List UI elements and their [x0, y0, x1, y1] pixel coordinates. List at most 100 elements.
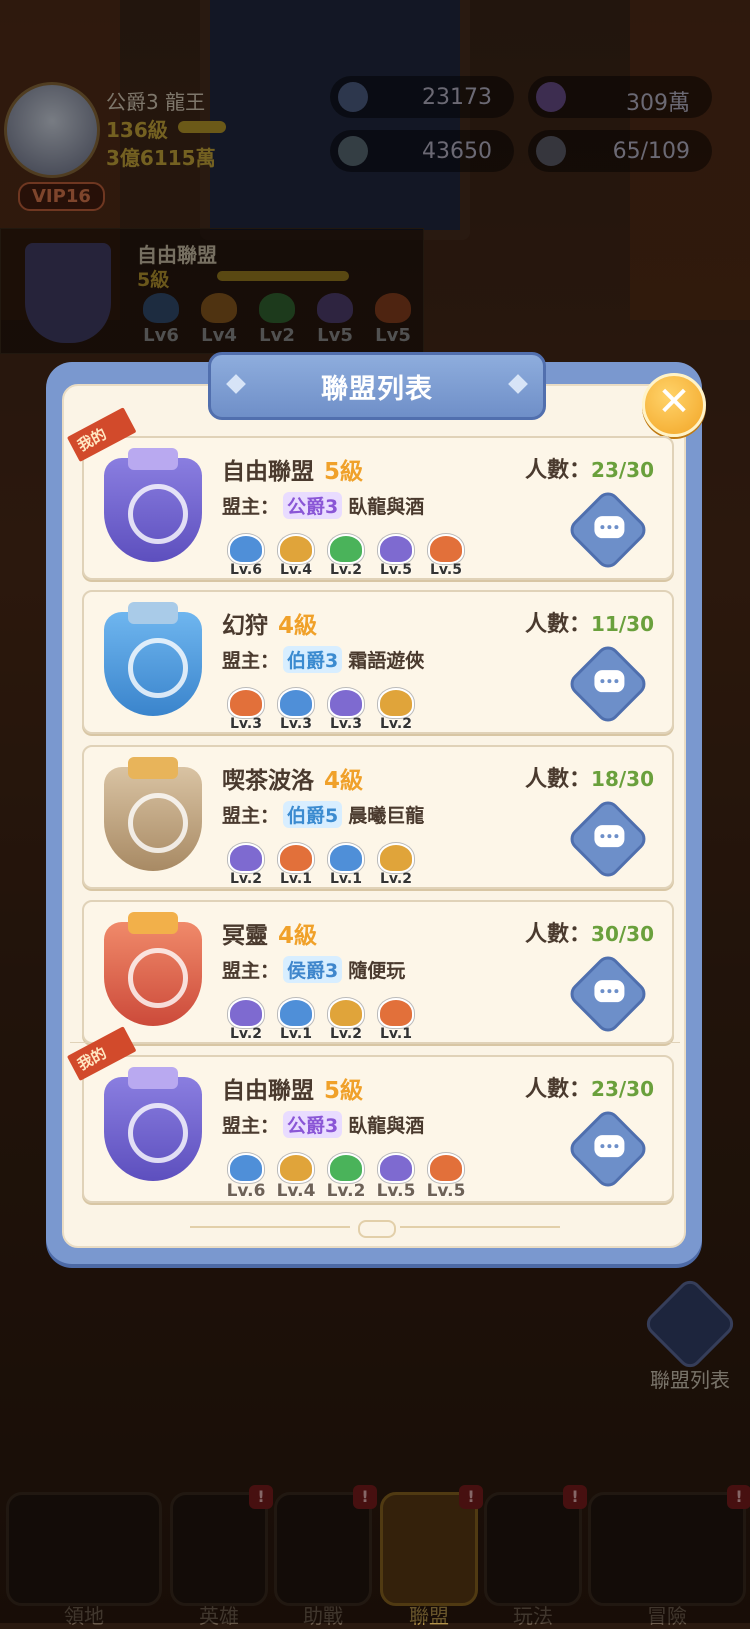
guild-card[interactable]: 我的 自由聯盟 5級 盟主： 公爵3 臥龍與酒 人數：23/30 Lv.6 Lv.4 … — [66, 407, 674, 580]
skill-badge-level: Lv.1 — [280, 1026, 312, 1042]
guild-leader-line: 盟主： 公爵3 臥龍與酒 — [222, 492, 424, 519]
list-divider — [70, 1042, 680, 1043]
leader-rank: 公爵3 — [283, 492, 343, 519]
skill-badge-level: Lv.6 — [226, 1181, 266, 1201]
skill-badge-icon — [278, 843, 314, 873]
skill-badge-icon — [228, 688, 264, 718]
skill-badge-level: Lv.2 — [230, 871, 262, 887]
skill-badge: Lv.2 — [322, 998, 370, 1042]
guild-card[interactable]: 喫茶波洛 4級 盟主： 伯爵5 晨曦巨龍 人數：18/30 Lv.2 Lv.1 Lv.… — [82, 745, 674, 889]
chat-button[interactable] — [565, 951, 651, 1037]
dialog-title: 聯盟列表 — [321, 374, 433, 405]
members-line: 人數：30/30 — [525, 916, 654, 948]
close-button[interactable]: ✕ — [642, 373, 706, 437]
skill-badge-level: Lv.5 — [376, 1181, 416, 1201]
own-guild-card[interactable]: 我的 自由聯盟 5級 盟主： 公爵3 臥龍與酒 人數：23/30 Lv.6 Lv.4 … — [66, 1026, 674, 1203]
skill-badge-level: Lv.6 — [230, 562, 262, 578]
leader-name: 臥龍與酒 — [348, 496, 425, 518]
skill-badge-icon — [428, 1153, 464, 1183]
leader-rank: 公爵3 — [283, 1111, 343, 1138]
members-count: 11/30 — [591, 612, 654, 636]
skill-badge-icon — [278, 998, 314, 1028]
skill-badge: Lv.1 — [272, 843, 320, 887]
members-line: 人數：23/30 — [525, 452, 654, 484]
skill-badge: Lv.2 — [222, 998, 270, 1042]
leader-label: 盟主： — [222, 805, 280, 827]
skill-badge-level: Lv.5 — [430, 562, 462, 578]
skill-badge: Lv.5 — [422, 534, 470, 578]
guild-level: 5級 — [324, 1078, 364, 1104]
chat-button[interactable] — [565, 796, 651, 882]
skill-badge: Lv.6 — [222, 534, 270, 578]
skill-badge: Lv.2 — [322, 1153, 370, 1201]
skill-badge-level: Lv.3 — [280, 716, 312, 732]
guild-name: 幻狩 — [222, 613, 268, 639]
skill-badge: Lv.1 — [372, 998, 420, 1042]
members-line: 人數：18/30 — [525, 761, 654, 793]
leader-name: 臥龍與酒 — [348, 1115, 425, 1137]
chat-button[interactable] — [565, 641, 651, 727]
guild-name-line: 自由聯盟 5級 — [222, 452, 363, 486]
chat-button[interactable] — [565, 1106, 651, 1192]
skill-badge: Lv.1 — [322, 843, 370, 887]
leader-rank: 伯爵5 — [283, 801, 343, 828]
leader-name: 霜語遊俠 — [348, 650, 425, 672]
skill-badge-icon — [378, 688, 414, 718]
skill-badge: Lv.2 — [372, 688, 420, 732]
leader-label: 盟主： — [222, 1115, 280, 1137]
guild-level: 4級 — [324, 768, 364, 794]
skill-badge: Lv.1 — [272, 998, 320, 1042]
chat-bubble-icon — [594, 1135, 625, 1158]
skill-badge-icon — [278, 688, 314, 718]
guild-card[interactable]: 冥靈 4級 盟主： 侯爵3 隨便玩 人數：30/30 Lv.2 Lv.1 Lv.2 L… — [82, 900, 674, 1044]
skill-badge-icon — [328, 1153, 364, 1183]
skill-badge-level: Lv.1 — [280, 871, 312, 887]
guild-leader-line: 盟主： 伯爵5 晨曦巨龍 — [222, 801, 424, 828]
guild-skill-badges: Lv.6 Lv.4 Lv.2 Lv.5 Lv.5 — [222, 1153, 472, 1201]
chat-button[interactable] — [565, 487, 651, 573]
close-icon: ✕ — [657, 379, 691, 425]
members-line: 人數：23/30 — [525, 1071, 654, 1103]
members-label: 人數： — [525, 458, 592, 483]
guild-name: 自由聯盟 — [222, 1078, 314, 1104]
chat-bubble-icon — [594, 670, 625, 693]
members-label: 人數： — [525, 767, 592, 792]
guild-name-line: 冥靈 4級 — [222, 916, 317, 950]
leader-label: 盟主： — [222, 650, 280, 672]
members-label: 人數： — [525, 1077, 592, 1102]
skill-badge-icon — [228, 534, 264, 564]
skill-badge-level: Lv.5 — [380, 562, 412, 578]
leader-label: 盟主： — [222, 960, 280, 982]
skill-badge-icon — [228, 1153, 264, 1183]
members-count: 18/30 — [591, 767, 654, 791]
skill-badge: Lv.4 — [272, 1153, 320, 1201]
skill-badge-icon — [378, 1153, 414, 1183]
members-label: 人數： — [525, 922, 592, 947]
skill-badge-icon — [428, 534, 464, 564]
guild-level: 5級 — [324, 459, 364, 485]
skill-badge: Lv.5 — [372, 534, 420, 578]
chat-bubble-icon — [594, 825, 625, 848]
dialog-title-plate: 聯盟列表 — [208, 352, 546, 420]
guild-card[interactable]: 幻狩 4級 盟主： 伯爵3 霜語遊俠 人數：11/30 Lv.3 Lv.3 Lv.3 … — [82, 590, 674, 734]
skill-badge-level: Lv.5 — [426, 1181, 466, 1201]
guild-skill-badges: Lv.3 Lv.3 Lv.3 Lv.2 — [222, 688, 422, 732]
skill-badge-icon — [328, 688, 364, 718]
skill-badge-level: Lv.2 — [330, 562, 362, 578]
guild-skill-badges: Lv.6 Lv.4 Lv.2 Lv.5 Lv.5 — [222, 534, 472, 578]
guild-name-line: 自由聯盟 5級 — [222, 1071, 363, 1105]
skill-badge-level: Lv.1 — [380, 1026, 412, 1042]
members-label: 人數： — [525, 612, 592, 637]
chat-bubble-icon — [594, 516, 625, 539]
guild-skill-badges: Lv.2 Lv.1 Lv.2 Lv.1 — [222, 998, 422, 1042]
skill-badge-level: Lv.3 — [330, 716, 362, 732]
guild-leader-line: 盟主： 侯爵3 隨便玩 — [222, 956, 405, 983]
members-count: 30/30 — [591, 922, 654, 946]
guild-name-line: 喫茶波洛 4級 — [222, 761, 363, 795]
skill-badge-icon — [378, 843, 414, 873]
guild-leader-line: 盟主： 公爵3 臥龍與酒 — [222, 1111, 424, 1138]
guild-name: 喫茶波洛 — [222, 768, 314, 794]
guild-crest-icon — [98, 602, 208, 718]
skill-badge: Lv.5 — [372, 1153, 420, 1201]
skill-badge-icon — [228, 843, 264, 873]
